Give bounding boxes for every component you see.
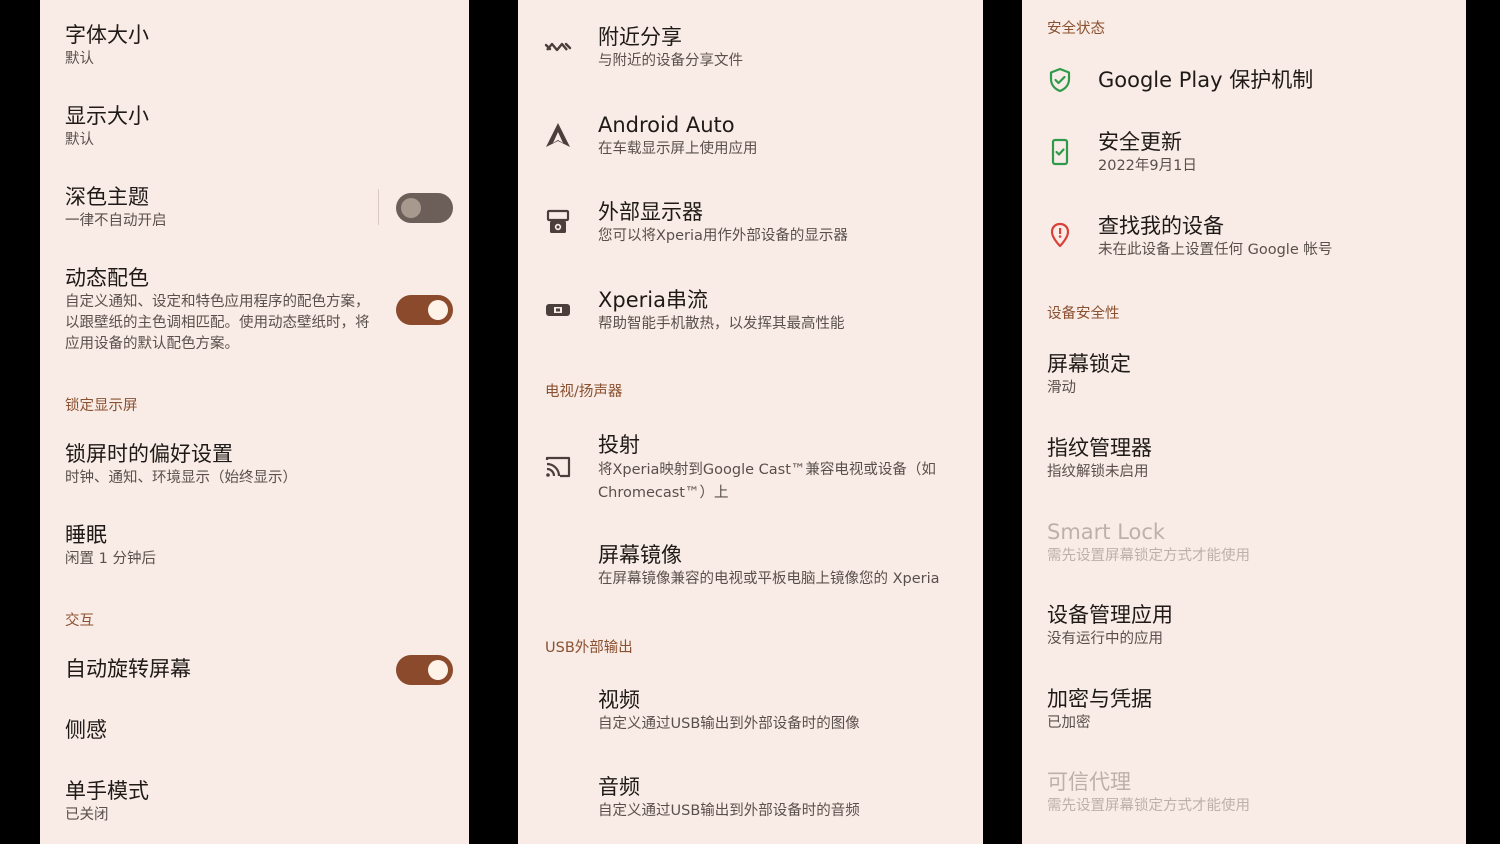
dynamic-color-toggle[interactable] <box>396 295 453 325</box>
security-update-summary: 2022年9月1日 <box>1098 158 1197 174</box>
tv-speaker-section-header: 电视/扬声器 <box>545 384 623 400</box>
encryption-credentials-item[interactable]: 加密与凭据 已加密 <box>1047 686 1152 734</box>
usb-output-section-header: USB外部输出 <box>545 640 633 656</box>
sleep-summary: 闲置 1 分钟后 <box>65 551 156 567</box>
phone-check-icon <box>1051 138 1069 166</box>
interaction-section-header: 交互 <box>65 613 94 629</box>
dynamic-color-item[interactable]: 动态配色 自定义通知、设定和特色应用程序的配色方案，以跟壁纸的主色调相匹配。使用… <box>65 265 375 355</box>
lock-screen-section-header: 锁定显示屏 <box>65 398 138 414</box>
lock-screen-prefs-summary: 时钟、通知、环境显示（始终显示） <box>65 470 297 486</box>
sleep-title: 睡眠 <box>65 523 107 547</box>
nearby-share-title: 附近分享 <box>598 25 682 49</box>
xperia-stream-title: Xperia串流 <box>598 288 708 312</box>
google-play-protect-item[interactable]: Google Play 保护机制 <box>1098 67 1313 93</box>
divider <box>378 189 379 225</box>
fingerprint-manager-item[interactable]: 指纹管理器 指纹解锁未启用 <box>1047 435 1152 483</box>
device-admin-apps-item[interactable]: 设备管理应用 没有运行中的应用 <box>1047 602 1173 650</box>
device-admin-apps-summary: 没有运行中的应用 <box>1047 631 1163 647</box>
find-my-device-item[interactable]: 查找我的设备 未在此设备上设置任何 Google 帐号 <box>1098 213 1332 261</box>
cast-title: 投射 <box>598 433 640 457</box>
dynamic-color-summary: 自定义通知、设定和特色应用程序的配色方案，以跟壁纸的主色调相匹配。使用动态壁纸时… <box>65 294 370 352</box>
nearby-share-summary: 与附近的设备分享文件 <box>598 53 743 69</box>
dark-theme-summary: 一律不自动开启 <box>65 213 167 229</box>
dark-theme-title: 深色主题 <box>65 185 149 209</box>
connection-settings-panel: 附近分享 与附近的设备分享文件 Android Auto 在车载显示屏上使用应用… <box>518 0 983 844</box>
security-update-title: 安全更新 <box>1098 130 1182 154</box>
external-display-icon <box>546 209 570 233</box>
trust-agents-title: 可信代理 <box>1047 770 1131 794</box>
display-size-item[interactable]: 显示大小 默认 <box>65 103 149 151</box>
device-admin-apps-title: 设备管理应用 <box>1047 603 1173 627</box>
smart-lock-item: Smart Lock 需先设置屏幕锁定方式才能使用 <box>1047 519 1250 567</box>
usb-audio-title: 音频 <box>598 775 640 799</box>
trust-agents-item: 可信代理 需先设置屏幕锁定方式才能使用 <box>1047 769 1250 817</box>
device-security-section-header: 设备安全性 <box>1047 306 1120 322</box>
display-settings-panel: 字体大小 默认 显示大小 默认 深色主题 一律不自动开启 动态配色 自定义通知、… <box>40 0 469 844</box>
sleep-item[interactable]: 睡眠 闲置 1 分钟后 <box>65 522 156 570</box>
usb-video-title: 视频 <box>598 688 640 712</box>
one-handed-item[interactable]: 单手模式 已关闭 <box>65 778 149 826</box>
nearby-share-item[interactable]: 附近分享 与附近的设备分享文件 <box>598 24 743 72</box>
screen-mirroring-item[interactable]: 屏幕镜像 在屏幕镜像兼容的电视或平板电脑上镜像您的 Xperia <box>598 542 940 590</box>
xperia-stream-item[interactable]: Xperia串流 帮助智能手机散热，以发挥其最高性能 <box>598 287 845 335</box>
auto-rotate-toggle[interactable] <box>396 655 453 685</box>
usb-video-item[interactable]: 视频 自定义通过USB输出到外部设备时的图像 <box>598 687 860 735</box>
lock-screen-prefs-title: 锁屏时的偏好设置 <box>65 442 233 466</box>
smart-lock-title: Smart Lock <box>1047 520 1166 544</box>
dark-theme-toggle[interactable] <box>396 193 453 223</box>
display-size-title: 显示大小 <box>65 104 149 128</box>
fingerprint-manager-title: 指纹管理器 <box>1047 436 1152 460</box>
android-auto-item[interactable]: Android Auto 在车载显示屏上使用应用 <box>598 112 758 160</box>
smart-lock-summary: 需先设置屏幕锁定方式才能使用 <box>1047 548 1250 564</box>
lock-screen-prefs-item[interactable]: 锁屏时的偏好设置 时钟、通知、环境显示（始终显示） <box>65 441 297 489</box>
android-auto-title: Android Auto <box>598 113 735 137</box>
cast-icon <box>545 456 571 478</box>
trust-agents-summary: 需先设置屏幕锁定方式才能使用 <box>1047 798 1250 814</box>
cast-item[interactable]: 投射 将Xperia映射到Google Cast™兼容电视或设备（如Chrome… <box>598 432 958 505</box>
external-display-title: 外部显示器 <box>598 200 703 224</box>
security-status-section-header: 安全状态 <box>1047 21 1105 37</box>
cast-summary: 将Xperia映射到Google Cast™兼容电视或设备（如Chromecas… <box>598 462 936 501</box>
font-size-summary: 默认 <box>65 51 94 67</box>
one-handed-title: 单手模式 <box>65 779 149 803</box>
usb-video-summary: 自定义通过USB输出到外部设备时的图像 <box>598 716 860 732</box>
security-settings-panel: 安全状态 Google Play 保护机制 安全更新 2022年9月1日 查找我… <box>1022 0 1466 844</box>
location-pin-icon <box>1050 222 1070 248</box>
dark-theme-item[interactable]: 深色主题 一律不自动开启 <box>65 184 167 232</box>
fingerprint-manager-summary: 指纹解锁未启用 <box>1047 464 1149 480</box>
auto-rotate-title[interactable]: 自动旋转屏幕 <box>65 656 191 682</box>
find-my-device-summary: 未在此设备上设置任何 Google 帐号 <box>1098 242 1333 258</box>
screen-mirroring-title: 屏幕镜像 <box>598 543 682 567</box>
encryption-credentials-title: 加密与凭据 <box>1047 687 1152 711</box>
display-size-summary: 默认 <box>65 132 94 148</box>
android-auto-summary: 在车载显示屏上使用应用 <box>598 141 758 157</box>
side-sense-item[interactable]: 侧感 <box>65 717 107 743</box>
security-update-item[interactable]: 安全更新 2022年9月1日 <box>1098 129 1197 177</box>
dynamic-color-title: 动态配色 <box>65 266 149 290</box>
android-auto-icon <box>546 123 570 147</box>
screen-lock-summary: 滑动 <box>1047 380 1076 396</box>
nearby-share-icon <box>544 42 572 52</box>
encryption-credentials-summary: 已加密 <box>1047 715 1091 731</box>
one-handed-summary: 已关闭 <box>65 807 109 823</box>
font-size-item[interactable]: 字体大小 默认 <box>65 22 149 70</box>
xperia-stream-summary: 帮助智能手机散热，以发挥其最高性能 <box>598 316 845 332</box>
external-display-item[interactable]: 外部显示器 您可以将Xperia用作外部设备的显示器 <box>598 199 848 247</box>
find-my-device-title: 查找我的设备 <box>1098 214 1224 238</box>
screen-lock-title: 屏幕锁定 <box>1047 352 1131 376</box>
shield-check-icon <box>1049 67 1071 93</box>
gamepad-icon <box>546 304 570 316</box>
font-size-title: 字体大小 <box>65 23 149 47</box>
screen-mirroring-summary: 在屏幕镜像兼容的电视或平板电脑上镜像您的 Xperia <box>598 571 940 587</box>
usb-audio-summary: 自定义通过USB输出到外部设备时的音频 <box>598 803 860 819</box>
screen-lock-item[interactable]: 屏幕锁定 滑动 <box>1047 351 1131 399</box>
usb-audio-item[interactable]: 音频 自定义通过USB输出到外部设备时的音频 <box>598 774 860 822</box>
external-display-summary: 您可以将Xperia用作外部设备的显示器 <box>598 228 848 244</box>
